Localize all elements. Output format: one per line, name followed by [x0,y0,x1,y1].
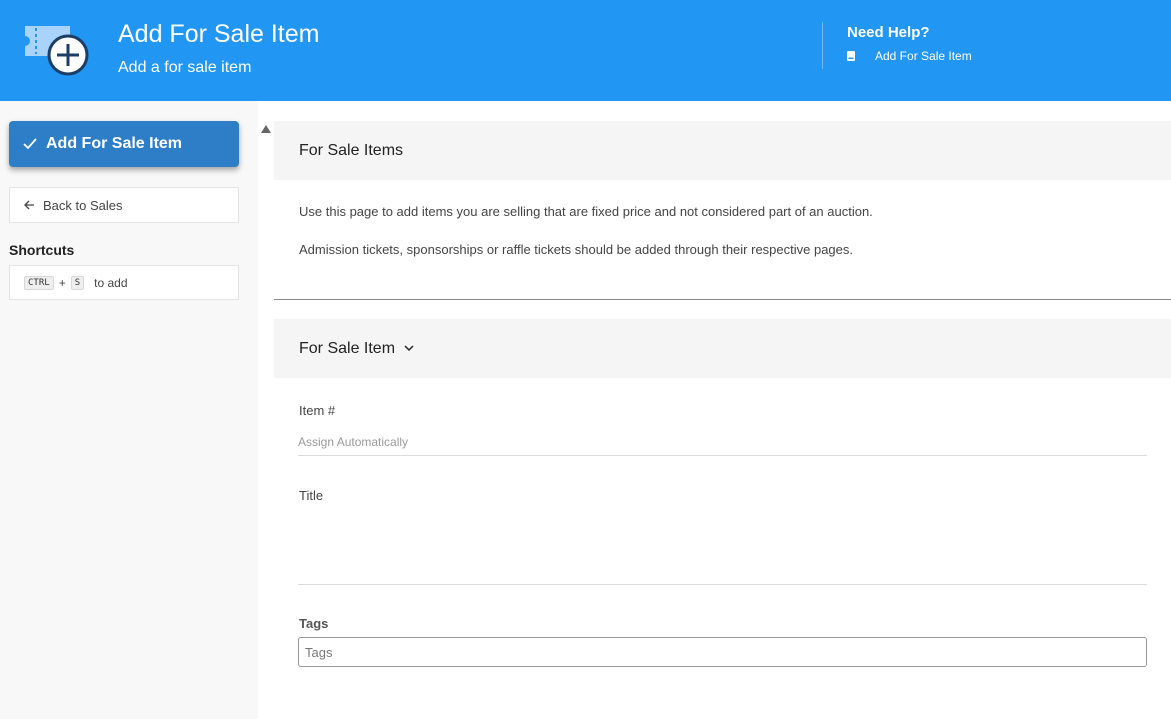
back-to-sales-button[interactable]: Back to Sales [9,187,239,223]
header-divider [822,22,823,69]
tags-input[interactable] [298,637,1147,667]
arrow-left-icon [24,200,34,210]
check-icon [23,138,37,150]
page-header: Add For Sale Item Add a for sale item Ne… [0,0,1171,101]
item-number-label: Item # [299,403,336,418]
title-input[interactable] [298,508,1147,585]
item-number-input[interactable] [298,428,1147,456]
shortcut-action: to add [94,275,128,290]
kbd-s: S [70,275,85,290]
shortcut-hint: CTRL + S to add [9,265,239,300]
back-button-label: Back to Sales [43,197,123,213]
ticket-add-icon [25,26,89,76]
section-title: For Sale Items [299,141,404,159]
scroll-up-arrow-icon[interactable] [260,124,272,134]
book-icon [847,51,855,61]
help-link[interactable]: Add For Sale Item [847,49,972,63]
kbd-ctrl: CTRL [24,275,54,290]
for-sale-items-header: For Sale Items [274,121,1171,180]
for-sale-item-header[interactable]: For Sale Item [274,319,1171,378]
help-title: Need Help? [847,24,930,41]
help-link-label: Add For Sale Item [875,49,972,63]
tags-label: Tags [299,616,329,631]
chevron-down-icon [404,345,414,352]
description-line-1: Use this page to add items you are selli… [299,204,873,219]
section-title: For Sale Item [299,339,396,357]
description-line-2: Admission tickets, sponsorships or raffl… [299,242,854,257]
sidebar: Add For Sale Item Back to Sales Shortcut… [0,101,258,719]
for-sale-items-description: Use this page to add items you are selli… [274,180,1171,300]
page-subtitle: Add a for sale item [118,59,252,76]
shortcuts-title: Shortcuts [9,242,75,258]
page-title: Add For Sale Item [118,20,320,48]
title-label: Title [299,488,324,503]
add-for-sale-item-button[interactable]: Add For Sale Item [9,121,239,167]
add-button-label: Add For Sale Item [46,135,183,152]
kbd-plus: + [58,275,66,290]
